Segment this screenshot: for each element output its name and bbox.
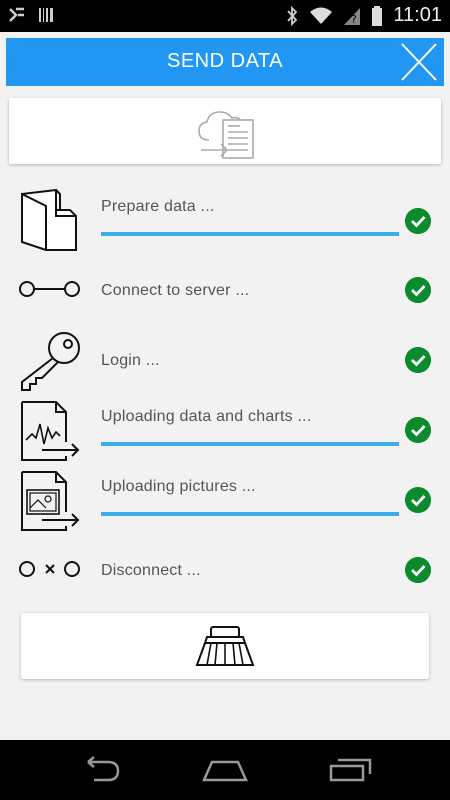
step-label: Uploading data and charts ...	[101, 408, 312, 425]
check-icon	[405, 277, 431, 303]
clock: 11:01	[393, 4, 442, 26]
status-bar: ? 11:01	[0, 0, 450, 32]
progress-bar	[101, 232, 399, 236]
progress-fill	[101, 442, 399, 446]
connect-icon	[19, 281, 80, 297]
progress-fill	[101, 232, 399, 236]
signal-icon: ?	[344, 7, 361, 26]
check-icon	[405, 487, 431, 513]
notification-app-icon	[9, 7, 24, 22]
recents-icon[interactable]	[328, 756, 374, 784]
check-icon	[405, 347, 431, 373]
step-label: Login ...	[101, 352, 160, 369]
check-icon	[405, 557, 431, 583]
cleanup-button[interactable]	[21, 613, 429, 679]
picture-document-upload-icon	[21, 471, 80, 531]
close-icon	[401, 43, 437, 81]
check-icon	[405, 208, 431, 234]
step-label: Uploading pictures ...	[101, 478, 256, 495]
navigation-bar	[0, 740, 450, 800]
battery-icon	[372, 5, 383, 26]
send-summary-card[interactable]	[9, 98, 441, 164]
progress-bar	[101, 442, 399, 446]
check-icon	[405, 417, 431, 443]
progress-bar	[101, 512, 399, 516]
bluetooth-icon	[287, 5, 298, 26]
document-folder-icon	[21, 188, 77, 251]
svg-text:?: ?	[351, 13, 357, 26]
step-label: Prepare data ...	[101, 198, 215, 215]
barcode-icon	[39, 8, 53, 22]
cloud-upload-document-icon	[198, 111, 254, 159]
wifi-icon	[310, 7, 333, 24]
home-icon[interactable]	[200, 756, 250, 784]
step-label: Connect to server ...	[101, 282, 250, 299]
key-icon	[21, 332, 80, 391]
app-bar: SEND DATA	[6, 38, 444, 86]
step-label: Disconnect ...	[101, 562, 201, 579]
disconnect-icon	[19, 561, 80, 577]
back-icon[interactable]	[78, 756, 122, 784]
page-title: SEND DATA	[167, 50, 283, 72]
progress-fill	[101, 512, 399, 516]
close-button[interactable]	[398, 40, 440, 84]
cleanup-brush-icon	[195, 626, 255, 666]
chart-document-upload-icon	[21, 401, 80, 461]
